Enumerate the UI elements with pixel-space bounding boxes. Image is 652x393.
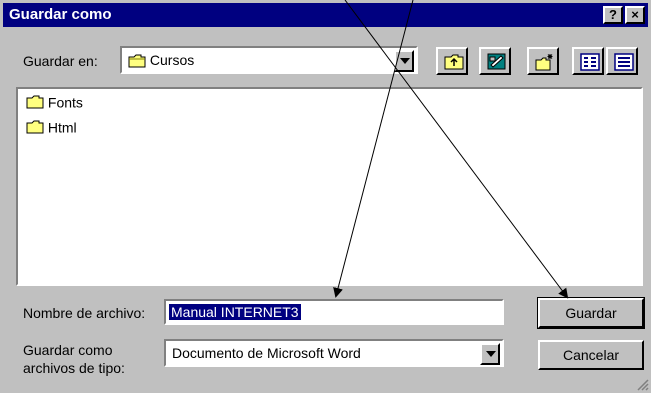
- details-view-icon: [614, 53, 634, 71]
- filename-field[interactable]: Manual INTERNET3: [164, 299, 504, 325]
- folder-icon: [128, 54, 146, 68]
- folder-icon: [26, 95, 44, 109]
- list-view-button[interactable]: [572, 47, 604, 75]
- save-in-label: Guardar en:: [23, 53, 98, 69]
- up-one-level-button[interactable]: [436, 47, 468, 75]
- save-in-dropdown-button[interactable]: [394, 50, 414, 72]
- file-name: Fonts: [47, 94, 83, 111]
- up-one-level-icon: [444, 54, 464, 70]
- list-item[interactable]: Fonts: [26, 93, 83, 111]
- file-name: Html: [47, 119, 77, 136]
- filename-label: Nombre de archivo:: [23, 305, 146, 321]
- save-in-dropdown[interactable]: Cursos: [120, 46, 418, 74]
- filename-value: Manual INTERNET3: [169, 304, 301, 320]
- save-as-dialog: Guardar como ? × Guardar en: Cursos Font…: [0, 0, 651, 393]
- chevron-down-icon: [400, 58, 410, 64]
- desktop-icon: [487, 53, 506, 70]
- file-list[interactable]: Fonts Html: [16, 87, 643, 286]
- filetype-value: Documento de Microsoft Word: [172, 345, 361, 361]
- new-folder-icon: [535, 54, 553, 71]
- filetype-label-line1: Guardar como: [23, 342, 113, 358]
- details-view-button[interactable]: [606, 47, 638, 75]
- resize-grip-icon[interactable]: [637, 379, 649, 391]
- window-title: Guardar como: [9, 6, 112, 23]
- filetype-dropdown[interactable]: Documento de Microsoft Word: [164, 339, 504, 367]
- list-view-icon: [580, 53, 600, 71]
- filetype-label-line2: archivos de tipo:: [23, 360, 125, 376]
- desktop-button[interactable]: [479, 47, 511, 75]
- filetype-dropdown-button[interactable]: [480, 343, 500, 365]
- save-button[interactable]: Guardar: [537, 297, 645, 329]
- cancel-button[interactable]: Cancelar: [538, 340, 644, 370]
- close-button[interactable]: ×: [625, 6, 645, 24]
- save-in-value: Cursos: [149, 52, 195, 68]
- folder-icon: [26, 120, 44, 134]
- title-bar[interactable]: Guardar como ? ×: [3, 3, 648, 27]
- help-button[interactable]: ?: [603, 6, 623, 24]
- list-item[interactable]: Html: [26, 118, 77, 136]
- new-folder-button[interactable]: [527, 47, 559, 75]
- chevron-down-icon: [486, 351, 496, 357]
